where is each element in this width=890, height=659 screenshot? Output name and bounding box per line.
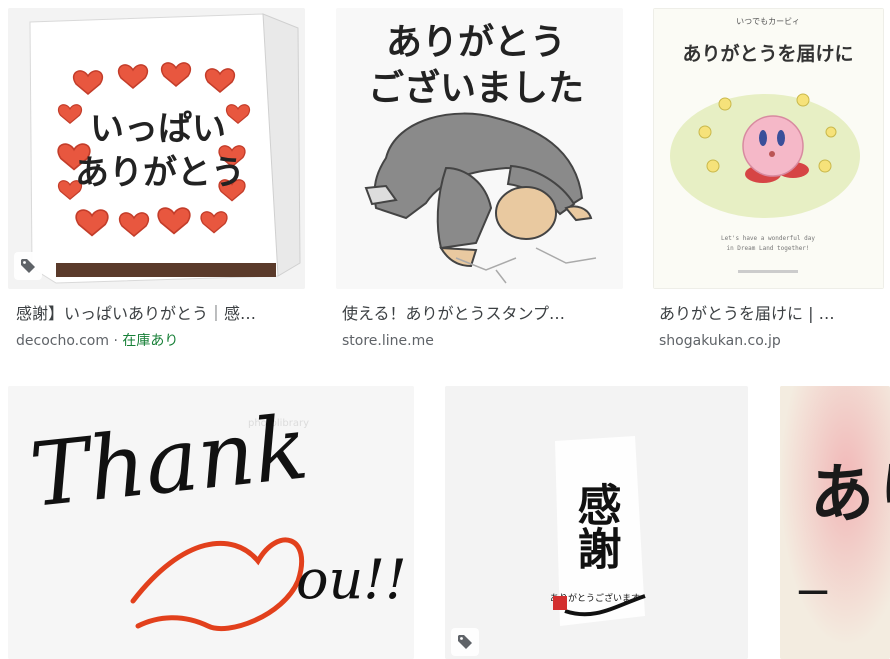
tag-icon bbox=[14, 252, 42, 280]
image-result-5[interactable]: 感謝 ありがとうございます bbox=[445, 386, 748, 659]
result-5-thumbnail[interactable]: 感謝 ありがとうございます bbox=[445, 386, 748, 659]
result-3-title[interactable]: ありがとうを届けに | … bbox=[659, 304, 884, 324]
result-6-image-text-1: あり bbox=[810, 457, 890, 532]
image-result-3[interactable]: いつでもカービィ ありがとうを届けに Let's have a wonderfu… bbox=[653, 8, 890, 358]
image-result-6[interactable]: あり 一 bbox=[780, 386, 890, 659]
result-1-source: decocho.com · 在庫あり bbox=[16, 332, 178, 350]
result-3-image-caption-1: Let's have a wonderful day bbox=[721, 235, 815, 242]
result-6-thumbnail[interactable]: あり 一 bbox=[780, 386, 890, 659]
image-result-2[interactable]: ありがとう ございました 使える！ありがとうスタンプ… store.line.m… bbox=[336, 8, 624, 358]
result-1-stock-status: 在庫あり bbox=[122, 333, 179, 349]
result-3-thumbnail[interactable]: いつでもカービィ ありがとうを届けに Let's have a wonderfu… bbox=[653, 8, 884, 289]
result-1-domain: decocho.com bbox=[16, 333, 110, 349]
result-3-source: shogakukan.co.jp bbox=[659, 333, 781, 349]
result-1-image-line-1: いっぱい bbox=[90, 109, 226, 149]
result-1-separator: · bbox=[109, 333, 123, 349]
result-4-thumbnail[interactable]: photolibrary Thank ou!! bbox=[8, 386, 414, 659]
result-3-image-caption-2: in Dream Land together! bbox=[726, 245, 809, 252]
result-4-image-word-2: ou!! bbox=[296, 548, 407, 611]
image-result-4[interactable]: photolibrary Thank ou!! bbox=[8, 386, 414, 659]
result-2-title[interactable]: 使える！ありがとうスタンプ… bbox=[342, 304, 620, 324]
result-1-title[interactable]: 感謝】いっぱいありがとう｜感… bbox=[16, 304, 301, 324]
result-2-image-line-2: ございました bbox=[368, 67, 584, 109]
result-6-image-text-2: 一 bbox=[798, 577, 828, 612]
image-result-1[interactable]: いっぱい ありがとう 感謝】いっぱいありがとう｜感… decocho.com ·… bbox=[8, 8, 305, 358]
result-1-image-line-2: ありがとう bbox=[75, 153, 245, 193]
result-2-thumbnail[interactable]: ありがとう ございました bbox=[336, 8, 623, 289]
result-1-thumbnail[interactable]: いっぱい ありがとう bbox=[8, 8, 305, 289]
result-5-image-kanji: 感謝 bbox=[570, 482, 622, 570]
result-2-image-line-1: ありがとう bbox=[386, 22, 566, 63]
result-3-image-series: いつでもカービィ bbox=[736, 17, 800, 26]
result-3-image-title: ありがとうを届けに bbox=[682, 42, 853, 65]
tag-icon bbox=[451, 628, 479, 656]
result-2-source: store.line.me bbox=[342, 333, 434, 349]
